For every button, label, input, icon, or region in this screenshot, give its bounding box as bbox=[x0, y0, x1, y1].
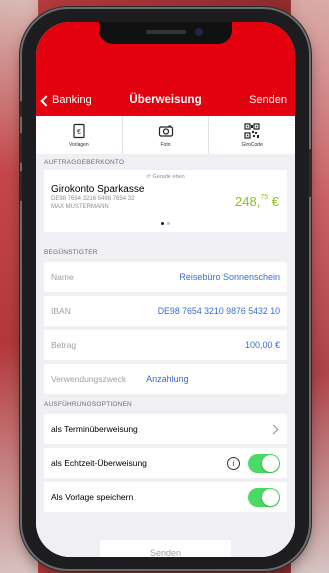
name-value: Reisebüro Sonnenschein bbox=[179, 272, 280, 282]
send-button[interactable]: Senden bbox=[100, 540, 231, 557]
section-header-beguenstigter: BEGÜNSTIGTER bbox=[44, 249, 98, 256]
qr-code-icon bbox=[244, 122, 260, 139]
speaker-grille bbox=[146, 30, 186, 34]
templates-label: Vorlagen bbox=[68, 141, 89, 148]
instant-transfer-row: als Echtzeit-Überweisung i bbox=[44, 448, 287, 478]
last-updated: ⟳ Gerade eben bbox=[146, 174, 185, 180]
page-dot bbox=[167, 222, 170, 225]
info-icon[interactable]: i bbox=[227, 456, 240, 470]
instant-transfer-toggle[interactable] bbox=[248, 453, 280, 473]
girocode-label: GiroCode bbox=[241, 141, 263, 148]
phone-frame: Banking Überweisung Senden € Vorlagen Fo… bbox=[19, 9, 312, 569]
account-balance: 248,75 € bbox=[235, 194, 279, 209]
photo-label: Foto bbox=[160, 141, 171, 148]
svg-text:€: € bbox=[77, 129, 81, 136]
mute-switch bbox=[19, 101, 22, 117]
chevron-right-icon bbox=[268, 424, 279, 434]
toggle-knob bbox=[262, 454, 279, 472]
purpose-label: Verwendungszweck bbox=[51, 374, 127, 384]
purpose-value: Anzahlung bbox=[146, 374, 189, 384]
name-label: Name bbox=[51, 272, 74, 282]
save-template-row: Als Vorlage speichern bbox=[44, 482, 287, 512]
amount-field[interactable]: Betrag 100,00 € bbox=[44, 330, 287, 360]
template-icon: € bbox=[73, 123, 85, 138]
iban-field[interactable]: IBAN DE98 7654 3210 9876 5432 10 bbox=[44, 296, 287, 326]
front-camera bbox=[195, 28, 203, 36]
page-dot bbox=[161, 222, 164, 225]
shortcut-bar: € Vorlagen Foto GiroCode bbox=[36, 116, 295, 154]
templates-button[interactable]: € Vorlagen bbox=[36, 116, 123, 154]
instant-transfer-label: als Echtzeit-Überweisung bbox=[51, 458, 147, 468]
account-card[interactable]: ⟳ Gerade eben Girokonto Sparkasse DE98 7… bbox=[44, 170, 287, 232]
iban-value: DE98 7654 3210 9876 5432 10 bbox=[157, 306, 280, 316]
iban-label: IBAN bbox=[51, 306, 71, 316]
save-template-label: Als Vorlage speichern bbox=[51, 492, 134, 502]
power-button bbox=[309, 149, 312, 197]
transfer-form: € Vorlagen Foto GiroCode AUFTRAGGEBERKON… bbox=[36, 116, 295, 557]
page-indicator[interactable] bbox=[44, 222, 287, 225]
photo-button[interactable]: Foto bbox=[123, 116, 210, 154]
account-iban: DE98 7654 3216 5498 7654 32 bbox=[51, 196, 135, 202]
account-owner: MAX MUSTERMANN bbox=[51, 204, 109, 210]
navigation-bar: Banking Überweisung Senden bbox=[36, 90, 295, 116]
account-name: Girokonto Sparkasse bbox=[51, 184, 145, 195]
camera-icon bbox=[158, 125, 173, 137]
scheduled-transfer-row[interactable]: als Terminüberweisung bbox=[44, 414, 287, 444]
volume-up-button bbox=[19, 133, 22, 163]
toggle-knob bbox=[262, 488, 279, 506]
back-label: Banking bbox=[52, 94, 92, 106]
back-button[interactable]: Banking bbox=[40, 94, 92, 107]
section-header-auftraggeber: AUFTRAGGEBERKONTO bbox=[44, 159, 125, 166]
scheduled-transfer-label: als Terminüberweisung bbox=[51, 424, 138, 434]
notch bbox=[99, 22, 232, 44]
chevron-left-icon bbox=[40, 94, 52, 107]
send-nav-button[interactable]: Senden bbox=[249, 94, 287, 106]
purpose-field[interactable]: Verwendungszweck Anzahlung bbox=[44, 364, 287, 394]
amount-value: 100,00 € bbox=[244, 340, 280, 350]
section-header-ausfuehrung: AUSFÜHRUNGSOPTIONEN bbox=[44, 401, 132, 408]
save-template-toggle[interactable] bbox=[248, 487, 280, 507]
phone-screen: Banking Überweisung Senden € Vorlagen Fo… bbox=[36, 22, 295, 557]
amount-label: Betrag bbox=[51, 340, 77, 350]
beneficiary-name-field[interactable]: Name Reisebüro Sonnenschein bbox=[44, 262, 287, 292]
girocode-button[interactable]: GiroCode bbox=[209, 116, 295, 154]
volume-down-button bbox=[19, 171, 22, 201]
